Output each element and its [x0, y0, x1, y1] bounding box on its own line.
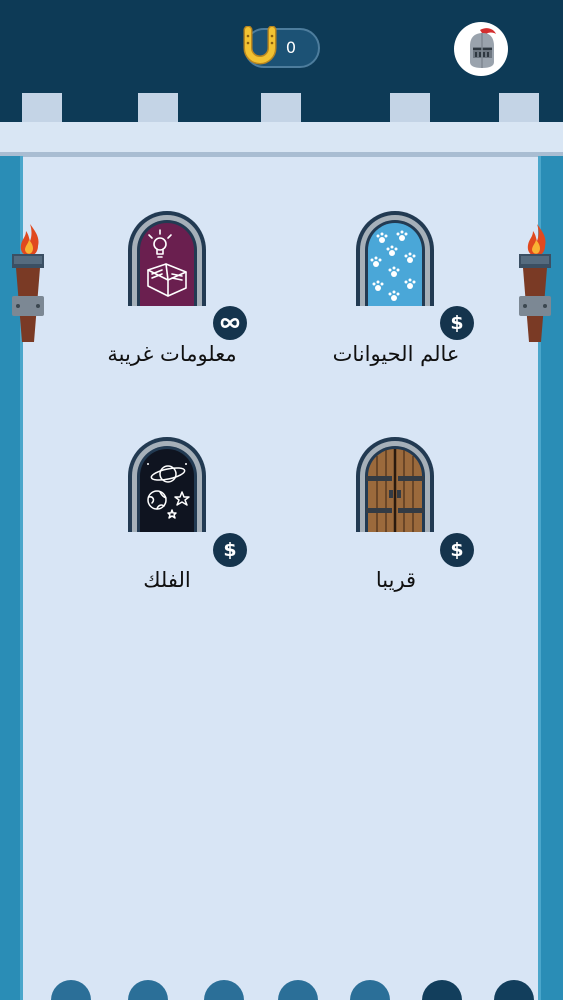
price-badge: $ — [440, 533, 474, 567]
category-label-astronomy: الفلك — [143, 568, 191, 592]
wooden-door-icon — [356, 437, 434, 532]
lightbulb-book-icon — [128, 211, 206, 306]
profile-avatar[interactable] — [454, 22, 508, 76]
battlement — [22, 93, 62, 123]
floor-bump — [350, 980, 390, 1000]
category-label-coming-soon: قريبا — [375, 568, 417, 592]
infinity-icon — [220, 317, 240, 329]
rampart — [0, 122, 563, 154]
torch-icon — [12, 224, 44, 342]
paw-prints-icon — [356, 211, 434, 306]
floor-bump — [422, 980, 462, 1000]
planet-stars-icon — [128, 437, 206, 532]
horseshoe-icon — [243, 26, 277, 65]
price-badge: $ — [440, 306, 474, 340]
floor-bump — [204, 980, 244, 1000]
category-label-animals: عالم الحيوانات — [332, 342, 460, 366]
floor-bump — [128, 980, 168, 1000]
floor-bump — [51, 980, 91, 1000]
floor-bump — [494, 980, 534, 1000]
category-label-strange-facts: معلومات غريبة — [107, 342, 237, 366]
torch-icon — [519, 224, 551, 342]
battlement — [261, 93, 301, 123]
unlimited-badge — [213, 306, 247, 340]
battlement — [138, 93, 178, 123]
floor-bump — [278, 980, 318, 1000]
battlement — [390, 93, 430, 123]
knight-helmet-icon — [470, 28, 496, 68]
battlement — [499, 93, 539, 123]
price-badge: $ — [213, 533, 247, 567]
rampart-shadow — [0, 152, 563, 157]
